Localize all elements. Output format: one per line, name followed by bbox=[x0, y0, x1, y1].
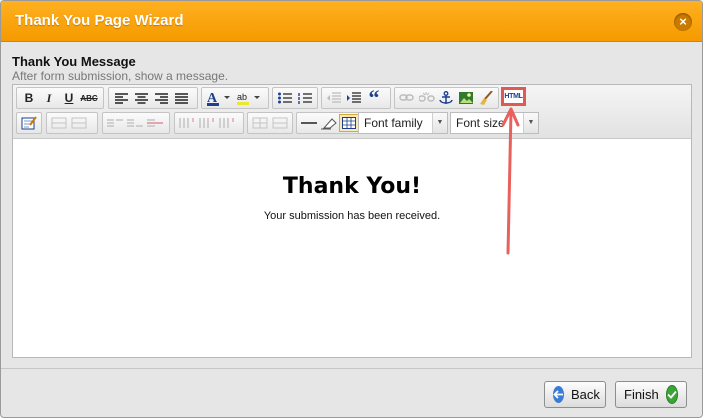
font-size-select[interactable]: Font size ▼ bbox=[450, 112, 539, 134]
edit-group bbox=[16, 112, 42, 134]
numbered-list-icon[interactable] bbox=[295, 89, 315, 107]
font-family-value: Font family bbox=[364, 116, 423, 130]
insert-row-after-icon[interactable] bbox=[125, 114, 145, 132]
close-icon[interactable]: × bbox=[674, 13, 692, 31]
italic-button[interactable]: I bbox=[39, 89, 59, 107]
color-group: A ab bbox=[201, 87, 269, 109]
thank-you-heading: Thank You! bbox=[282, 174, 422, 199]
underline-button[interactable]: U bbox=[59, 89, 79, 107]
editor-content-area[interactable]: Thank You! Your submission has been rece… bbox=[13, 139, 691, 357]
list-group bbox=[272, 87, 318, 109]
chevron-down-icon: ▼ bbox=[432, 113, 447, 133]
back-arrow-icon bbox=[553, 386, 564, 403]
insert-group bbox=[394, 87, 499, 109]
eraser-icon[interactable] bbox=[319, 114, 339, 132]
justify-icon[interactable] bbox=[171, 89, 191, 107]
editor-toolbar: B I U ABC A ab “ HTML Font family ▼ Font… bbox=[13, 85, 691, 139]
delete-col-icon[interactable] bbox=[217, 114, 237, 132]
indent-icon[interactable] bbox=[344, 89, 364, 107]
image-icon[interactable] bbox=[456, 89, 476, 107]
unlink-icon[interactable] bbox=[417, 89, 437, 107]
insert-col-before-icon[interactable] bbox=[177, 114, 197, 132]
insert-row-before-icon[interactable] bbox=[105, 114, 125, 132]
row-group bbox=[102, 112, 170, 134]
finish-label: Finish bbox=[624, 387, 659, 402]
window-title: Thank You Page Wizard bbox=[15, 12, 184, 29]
move-layer-icon[interactable] bbox=[69, 114, 89, 132]
html-source-button[interactable]: HTML bbox=[501, 87, 526, 106]
indent-group: “ bbox=[321, 85, 391, 110]
merge-cells-icon[interactable] bbox=[270, 114, 290, 132]
highlight-icon[interactable]: ab bbox=[234, 89, 264, 107]
bold-button[interactable]: B bbox=[19, 89, 39, 107]
delete-row-icon[interactable] bbox=[145, 114, 165, 132]
chevron-down-icon: ▼ bbox=[523, 113, 538, 133]
align-group bbox=[108, 87, 198, 109]
text-style-group: B I U ABC bbox=[16, 87, 104, 109]
font-color-icon[interactable]: A bbox=[204, 89, 234, 107]
title-bar: Thank You Page Wizard × bbox=[1, 1, 702, 42]
font-family-select[interactable]: Font family ▼ bbox=[358, 112, 448, 134]
finish-button[interactable]: Finish bbox=[615, 381, 687, 408]
blockquote-icon[interactable]: “ bbox=[364, 85, 384, 110]
horizontal-rule-icon[interactable] bbox=[299, 114, 319, 132]
layer-group bbox=[46, 112, 98, 134]
thank-you-wizard-dialog: Thank You Page Wizard × Thank You Messag… bbox=[0, 0, 703, 418]
anchor-icon[interactable] bbox=[437, 89, 457, 107]
align-left-icon[interactable] bbox=[111, 89, 131, 107]
outdent-icon[interactable] bbox=[324, 89, 344, 107]
split-cells-icon[interactable] bbox=[250, 114, 270, 132]
section-title: Thank You Message bbox=[12, 54, 136, 69]
rich-text-editor: B I U ABC A ab “ HTML Font family ▼ Font… bbox=[12, 84, 692, 358]
strikethrough-button[interactable]: ABC bbox=[79, 89, 99, 107]
back-button[interactable]: Back bbox=[544, 381, 606, 408]
font-size-value: Font size bbox=[456, 116, 505, 130]
bullet-list-icon[interactable] bbox=[275, 89, 295, 107]
checkmark-icon bbox=[665, 385, 678, 404]
insert-col-after-icon[interactable] bbox=[197, 114, 217, 132]
align-center-icon[interactable] bbox=[131, 89, 151, 107]
section-subtitle: After form submission, show a message. bbox=[12, 69, 229, 83]
column-group bbox=[174, 112, 244, 134]
svg-text:ab: ab bbox=[237, 92, 247, 102]
link-icon[interactable] bbox=[397, 89, 417, 107]
footer-divider bbox=[1, 368, 702, 369]
submission-message: Your submission has been received. bbox=[263, 210, 441, 222]
cleanup-icon[interactable] bbox=[476, 89, 496, 107]
edit-css-icon[interactable] bbox=[19, 114, 39, 132]
table-icon[interactable] bbox=[339, 114, 359, 132]
cell-group bbox=[247, 112, 293, 134]
align-right-icon[interactable] bbox=[151, 89, 171, 107]
back-label: Back bbox=[571, 387, 600, 402]
insert-layer-icon[interactable] bbox=[49, 114, 69, 132]
